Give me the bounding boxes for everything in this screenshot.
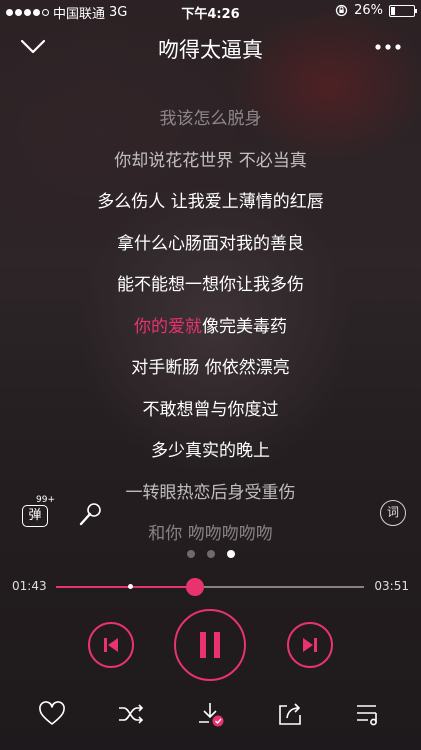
battery-icon	[389, 4, 417, 17]
progress-thumb[interactable]	[185, 578, 204, 596]
next-button[interactable]	[287, 622, 333, 668]
lyric-line: 能不能想一想你让我多伤	[117, 275, 304, 295]
total-time: 03:51	[374, 579, 409, 593]
status-bar: 中国联通 3G 下午4:26 26%	[0, 0, 421, 22]
lyric-line: 一转眼热恋后身受重伤	[125, 483, 296, 503]
page-indicator	[0, 550, 421, 558]
lyric-line: 你却说花花世界 不必当真	[114, 151, 307, 171]
pause-icon	[200, 632, 220, 658]
heart-icon[interactable]	[37, 700, 67, 728]
microphone-icon[interactable]	[76, 500, 104, 528]
page-dot[interactable]	[186, 550, 195, 558]
lyric-line: 拿什么心肠面对我的善良	[117, 234, 304, 254]
lyric-line: 对手断肠 你依然漂亮	[131, 358, 290, 378]
download-icon[interactable]	[196, 700, 226, 728]
more-dots-icon[interactable]	[373, 38, 403, 56]
current-time: 01:43	[12, 579, 47, 593]
player-header: 吻得太逼真	[0, 28, 421, 68]
danmu-count-badge: 99+	[36, 495, 55, 505]
orientation-lock-icon	[335, 4, 348, 17]
playlist-icon[interactable]	[354, 700, 384, 728]
lyric-remaining-part: 像完美毒药	[202, 317, 287, 337]
previous-button[interactable]	[88, 622, 134, 668]
danmu-label: 弹	[22, 505, 48, 527]
lyric-line: 不敢想曾与你度过	[142, 400, 279, 420]
lyric-line: 多么伤人 让我爱上薄情的红唇	[97, 192, 324, 212]
skip-next-icon	[303, 638, 317, 652]
progress-played	[56, 586, 195, 588]
lyric-line: 和你 吻吻吻吻吻	[148, 524, 273, 544]
danmu-button[interactable]: 弹 99+	[22, 495, 56, 531]
lyric-sung-part: 你的爱就	[134, 317, 202, 337]
lyric-line: 我该怎么脱身	[159, 109, 262, 129]
skip-previous-icon	[104, 638, 118, 652]
lyric-line: 多少真实的晚上	[151, 441, 270, 461]
page-dot-active[interactable]	[226, 550, 235, 558]
current-lyric-line: 你的爱就像完美毒药	[0, 312, 421, 337]
song-title: 吻得太逼真	[158, 38, 263, 62]
shuffle-icon[interactable]	[116, 700, 146, 728]
pause-button[interactable]	[174, 609, 246, 681]
share-icon[interactable]	[275, 700, 305, 728]
progress-slider[interactable]	[56, 578, 364, 596]
battery-percent: 26%	[354, 3, 383, 18]
lyrics-toggle-button[interactable]: 词	[380, 500, 406, 526]
page-dot[interactable]	[206, 550, 215, 558]
